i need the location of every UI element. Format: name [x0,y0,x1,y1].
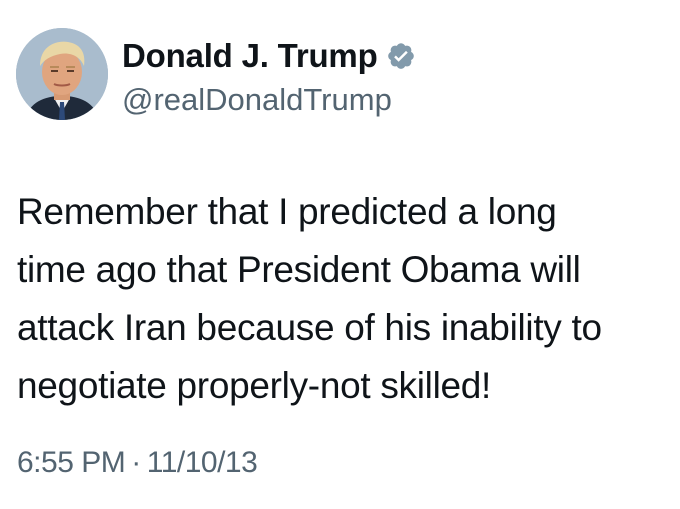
author-names: Donald J. Trump @realDonaldTrump [122,34,416,115]
tweet-card: Donald J. Trump @realDonaldTrump Remembe… [0,0,680,509]
author-name-row: Donald J. Trump [122,34,416,78]
tweet-text-line: Remember that I predicted a long [17,191,557,232]
tweet-timestamp[interactable]: 6:55 PM · 11/10/13 [17,446,258,479]
author-display-name[interactable]: Donald J. Trump [122,39,378,72]
tweet-header: Donald J. Trump @realDonaldTrump [16,28,416,120]
tweet-text: Remember that I predicted a long time ag… [17,183,667,415]
tweet-time: 6:55 PM [17,446,126,479]
separator-dot: · [131,446,141,479]
tweet-text-line: attack Iran because of his inability to [17,307,602,348]
author-handle[interactable]: @realDonaldTrump [122,84,416,115]
tweet-text-line: time ago that President Obama will [17,249,581,290]
avatar[interactable] [16,28,108,120]
profile-photo-icon [16,28,108,120]
verified-badge-icon [386,41,416,71]
tweet-date: 11/10/13 [146,446,258,479]
tweet-text-line: negotiate properly-not skilled! [17,365,492,406]
